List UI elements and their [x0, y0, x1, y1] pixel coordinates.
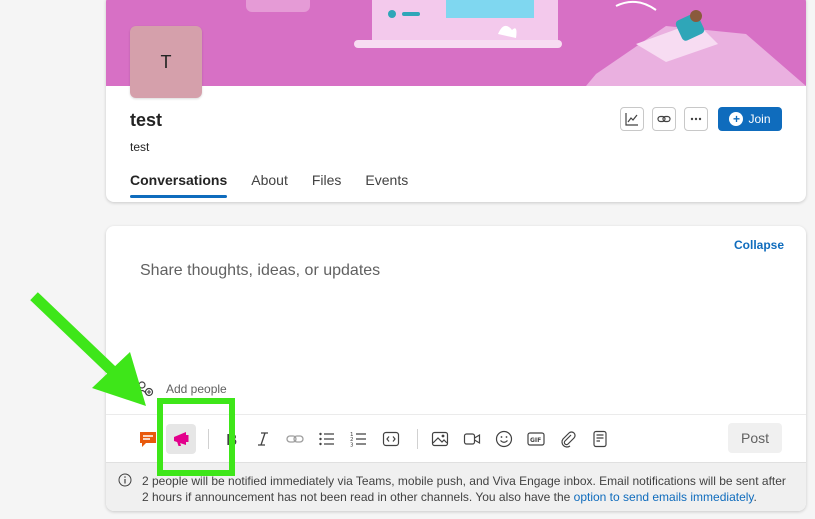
- group-tabs: Conversations About Files Events: [130, 172, 408, 198]
- annotation-highlight-box: [157, 398, 235, 476]
- add-people-label: Add people: [166, 382, 227, 396]
- image-icon: [431, 431, 449, 446]
- emoji-icon: [495, 430, 513, 447]
- chart-trend-icon: [625, 113, 638, 126]
- send-emails-link[interactable]: option to send emails immediately: [574, 490, 754, 504]
- numbered-list-icon: 123: [350, 432, 366, 448]
- post-input[interactable]: Share thoughts, ideas, or updates: [140, 262, 380, 280]
- image-button[interactable]: [426, 425, 454, 453]
- toolbar-divider: [417, 428, 418, 449]
- more-icon: [690, 117, 702, 121]
- banner-illustration: [246, 0, 806, 86]
- group-banner: [106, 0, 806, 86]
- join-button[interactable]: + Join: [718, 107, 782, 131]
- discussion-icon: [140, 431, 156, 447]
- group-actions: + Join: [620, 107, 782, 131]
- avatar-letter: T: [160, 51, 172, 72]
- collapse-link[interactable]: Collapse: [734, 238, 784, 252]
- group-header-card: T test test + Join Conversations About F…: [106, 0, 806, 202]
- insert-link-button[interactable]: [281, 425, 309, 453]
- gif-button[interactable]: GIF: [522, 425, 550, 453]
- template-button[interactable]: [586, 425, 614, 453]
- tab-events[interactable]: Events: [365, 172, 408, 198]
- code-icon: [382, 431, 400, 446]
- code-button[interactable]: [377, 425, 405, 453]
- gif-icon: GIF: [527, 431, 545, 446]
- copy-link-button[interactable]: [652, 107, 676, 131]
- italic-icon: [258, 431, 268, 446]
- svg-text:3: 3: [350, 442, 354, 448]
- attachment-button[interactable]: [554, 425, 582, 453]
- svg-text:GIF: GIF: [530, 437, 541, 444]
- emoji-button[interactable]: [490, 425, 518, 453]
- numbered-list-button[interactable]: 123: [345, 425, 373, 453]
- add-people-button[interactable]: Add people: [136, 380, 227, 398]
- plus-icon: +: [729, 112, 744, 126]
- more-options-button[interactable]: [684, 107, 708, 131]
- group-avatar: T: [130, 26, 202, 98]
- insights-button[interactable]: [620, 107, 644, 131]
- post-button[interactable]: Post: [728, 423, 782, 453]
- group-description: test: [130, 140, 150, 154]
- italic-button[interactable]: [249, 425, 277, 453]
- join-label: Join: [748, 112, 771, 126]
- info-icon: [118, 473, 132, 487]
- add-people-icon: [136, 381, 154, 397]
- group-name: test: [130, 110, 163, 130]
- video-icon: [463, 432, 481, 445]
- link-icon: [657, 115, 671, 123]
- notice-end: .: [753, 490, 757, 504]
- bullet-list-icon: [319, 432, 334, 445]
- template-icon: [593, 430, 607, 447]
- tab-about[interactable]: About: [251, 172, 288, 198]
- link-icon: [286, 434, 304, 443]
- bullet-list-button[interactable]: [313, 425, 341, 453]
- tab-conversations[interactable]: Conversations: [130, 172, 228, 198]
- tab-files[interactable]: Files: [312, 172, 342, 198]
- attachment-icon: [561, 430, 576, 448]
- video-button[interactable]: [458, 425, 486, 453]
